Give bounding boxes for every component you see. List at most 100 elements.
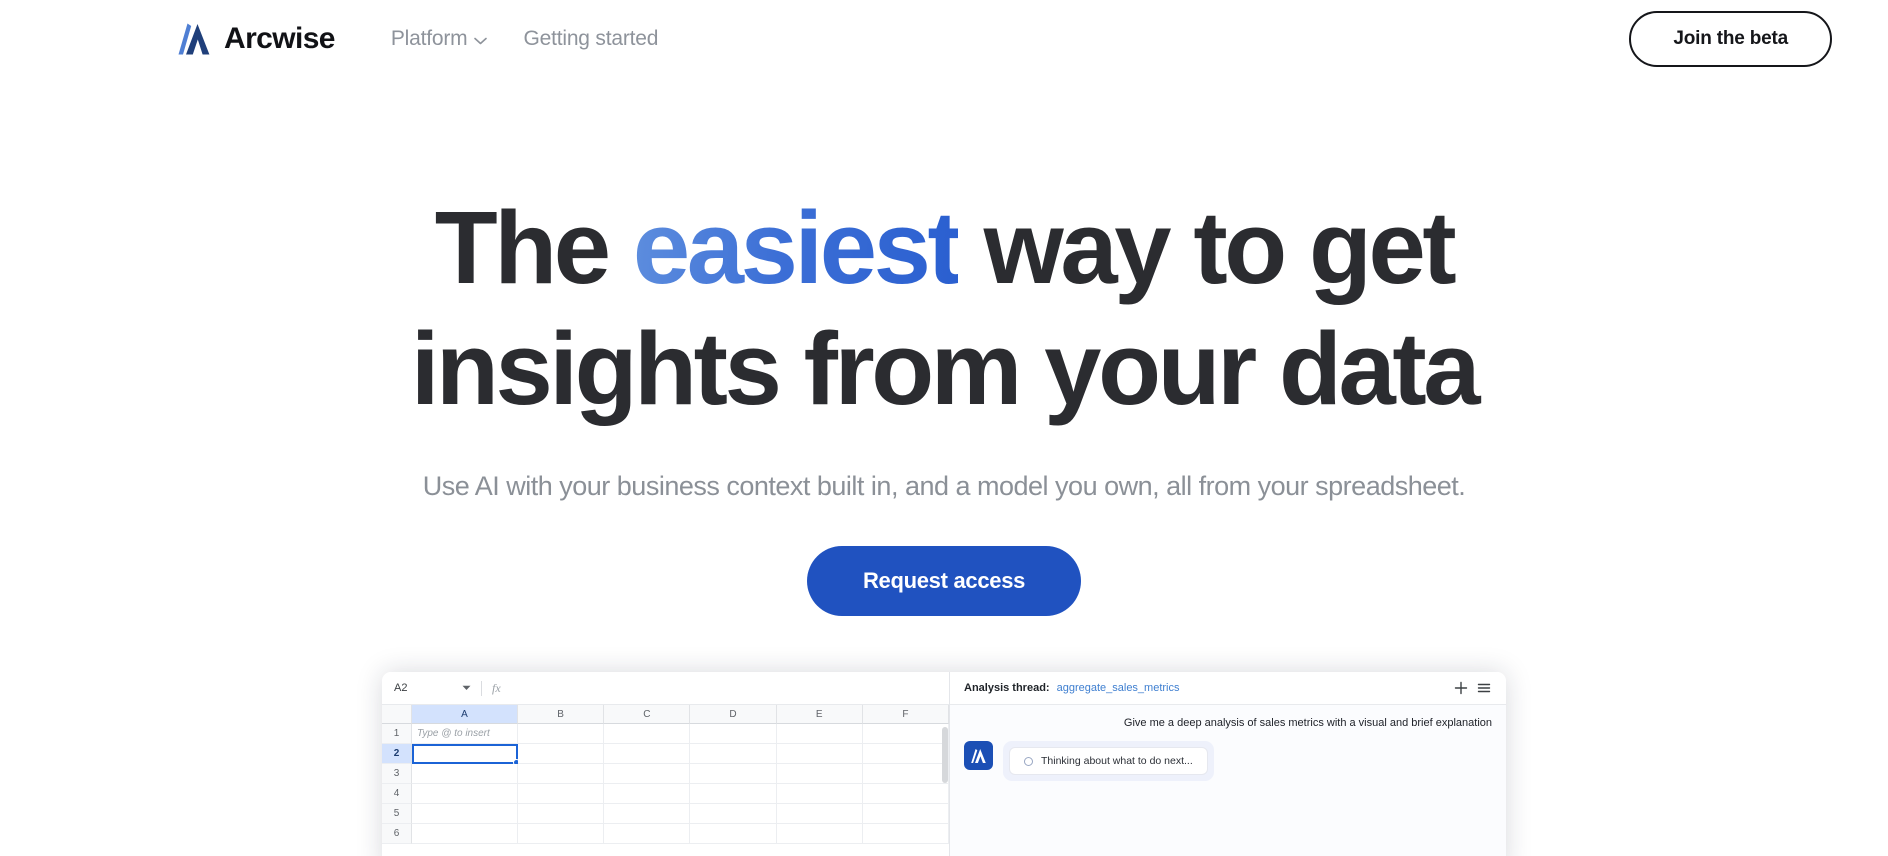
- table-row: 6: [382, 824, 950, 844]
- chat-message-list: Give me a deep analysis of sales metrics…: [950, 705, 1506, 856]
- row-header-3[interactable]: 3: [382, 764, 412, 784]
- cell-b4[interactable]: [518, 784, 605, 804]
- assistant-status-container: Thinking about what to do next...: [1003, 741, 1214, 781]
- row-header-4[interactable]: 4: [382, 784, 412, 804]
- thread-label: Analysis thread:: [964, 682, 1050, 694]
- cell-d5[interactable]: [690, 804, 777, 824]
- cell-b5[interactable]: [518, 804, 605, 824]
- headline-text-part1: The: [434, 190, 633, 305]
- column-header-b[interactable]: B: [518, 705, 605, 724]
- cell-c4[interactable]: [604, 784, 691, 804]
- cell-c5[interactable]: [604, 804, 691, 824]
- cell-c1[interactable]: [604, 724, 691, 744]
- analysis-chat-pane: Analysis thread: aggregate_sales_metrics…: [950, 672, 1506, 856]
- main-nav: Platform Getting started: [391, 27, 659, 51]
- cell-f5[interactable]: [862, 804, 950, 824]
- table-row: 2: [382, 744, 950, 766]
- row-header-6[interactable]: 6: [382, 824, 412, 844]
- cell-a6[interactable]: [412, 824, 518, 844]
- select-all-corner[interactable]: [382, 705, 412, 724]
- assistant-status-text: Thinking about what to do next...: [1041, 755, 1193, 767]
- row-header-2[interactable]: 2: [382, 744, 412, 764]
- cell-reference-input[interactable]: A2: [390, 682, 462, 694]
- hero-section: The easiest way to get insights from you…: [0, 78, 1888, 616]
- cell-c6[interactable]: [604, 824, 691, 844]
- cell-e3[interactable]: [776, 764, 863, 784]
- app-preview-container: A2 fx A B C D E F 1 Type @ to insert 2 3…: [0, 672, 1888, 856]
- page-title: The easiest way to get: [0, 188, 1888, 309]
- app-preview-card: A2 fx A B C D E F 1 Type @ to insert 2 3…: [382, 672, 1506, 856]
- toolbar-divider: [481, 680, 482, 696]
- cell-e5[interactable]: [776, 804, 863, 824]
- cell-a3[interactable]: [412, 764, 518, 784]
- cell-d2[interactable]: [690, 744, 777, 764]
- assistant-status-bubble: Thinking about what to do next...: [1009, 747, 1208, 775]
- cell-d4[interactable]: [690, 784, 777, 804]
- user-message: Give me a deep analysis of sales metrics…: [1123, 717, 1492, 729]
- thread-name-link[interactable]: aggregate_sales_metrics: [1057, 682, 1180, 694]
- cell-b1[interactable]: [518, 724, 605, 744]
- spreadsheet-scrollbar[interactable]: [942, 727, 948, 783]
- cell-b3[interactable]: [518, 764, 605, 784]
- cell-d3[interactable]: [690, 764, 777, 784]
- column-header-c[interactable]: C: [604, 705, 691, 724]
- join-beta-button[interactable]: Join the beta: [1629, 11, 1832, 67]
- cell-b2[interactable]: [518, 744, 605, 764]
- chevron-down-icon: [474, 34, 488, 45]
- table-row: 4: [382, 784, 950, 804]
- cell-f3[interactable]: [862, 764, 950, 784]
- cell-f4[interactable]: [862, 784, 950, 804]
- cell-b6[interactable]: [518, 824, 605, 844]
- hamburger-menu-icon[interactable]: [1476, 680, 1492, 696]
- column-header-e[interactable]: E: [776, 705, 863, 724]
- cta-container: Request access: [0, 546, 1888, 616]
- fx-icon: fx: [492, 680, 501, 695]
- cell-c3[interactable]: [604, 764, 691, 784]
- cell-d1[interactable]: [690, 724, 777, 744]
- arcwise-logo-icon: [176, 22, 212, 56]
- cell-f1[interactable]: [862, 724, 950, 744]
- cell-e1[interactable]: [776, 724, 863, 744]
- hero-subheadline: Use AI with your business context built …: [422, 471, 1466, 501]
- row-header-5[interactable]: 5: [382, 804, 412, 824]
- cell-e2[interactable]: [776, 744, 863, 764]
- column-header-a[interactable]: A: [412, 705, 518, 724]
- nav-item-platform-label: Platform: [390, 27, 468, 50]
- table-row: 1 Type @ to insert: [382, 724, 950, 744]
- plus-icon[interactable]: [1453, 680, 1469, 696]
- caret-down-icon[interactable]: [462, 685, 481, 691]
- spreadsheet-toolbar: A2 fx: [382, 672, 949, 705]
- cell-f6[interactable]: [862, 824, 950, 844]
- cell-d6[interactable]: [690, 824, 777, 844]
- request-access-button[interactable]: Request access: [806, 546, 1082, 616]
- chat-header: Analysis thread: aggregate_sales_metrics: [950, 672, 1506, 705]
- brand-logo[interactable]: Arcwise: [176, 22, 335, 56]
- spreadsheet-pane: A2 fx A B C D E F 1 Type @ to insert 2 3…: [382, 672, 950, 856]
- table-row: 3: [382, 764, 950, 784]
- cell-e6[interactable]: [776, 824, 863, 844]
- brand-name: Arcwise: [224, 22, 335, 55]
- spreadsheet-grid: A B C D E F 1 Type @ to insert 2 3 4 5 6: [382, 705, 950, 856]
- cell-f2[interactable]: [862, 744, 950, 764]
- table-row: 5: [382, 804, 950, 824]
- cell-a4[interactable]: [412, 784, 518, 804]
- cell-a2[interactable]: [412, 744, 520, 766]
- cell-a5[interactable]: [412, 804, 518, 824]
- column-header-row: A B C D E F: [382, 705, 950, 724]
- nav-item-platform[interactable]: Platform: [391, 27, 488, 51]
- assistant-message-row: Thinking about what to do next...: [964, 741, 1492, 781]
- column-header-f[interactable]: F: [862, 705, 950, 724]
- headline-accent-word: easiest: [632, 190, 962, 305]
- nav-item-getting-started-label: Getting started: [523, 27, 659, 50]
- cell-c2[interactable]: [604, 744, 691, 764]
- headline-text-part2: way to get: [958, 190, 1457, 305]
- nav-item-getting-started[interactable]: Getting started: [523, 27, 658, 51]
- page-title-line2: insights from your data: [410, 310, 1481, 426]
- site-header: Arcwise Platform Getting started Join th…: [0, 0, 1888, 78]
- row-header-1[interactable]: 1: [382, 724, 412, 744]
- arcwise-avatar-icon: [964, 741, 993, 770]
- cell-e4[interactable]: [776, 784, 863, 804]
- spinner-icon: [1024, 756, 1033, 766]
- column-header-d[interactable]: D: [690, 705, 777, 724]
- cell-a1[interactable]: Type @ to insert: [412, 724, 518, 744]
